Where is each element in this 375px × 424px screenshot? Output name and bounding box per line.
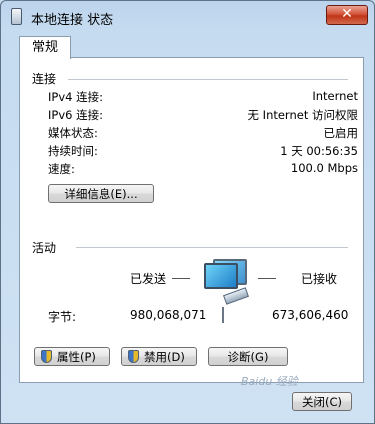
speed-label: 速度: (48, 162, 75, 176)
ipv4-row: IPv4 连接: Internet (48, 89, 358, 106)
disable-button[interactable]: 禁用(D) (121, 347, 197, 366)
received-dash (258, 278, 276, 279)
network-icon (204, 263, 238, 289)
window-title: 本地连接 状态 (31, 13, 114, 28)
properties-button[interactable]: 属性(P) (34, 347, 110, 366)
media-state-value: 已启用 (323, 126, 359, 140)
ipv4-label: IPv4 连接: (48, 90, 103, 104)
properties-button-label: 属性(P) (57, 350, 96, 364)
tab-panel: 连接 IPv4 连接: Internet IPv6 连接: 无 Internet… (19, 57, 364, 383)
details-button[interactable]: 详细信息(E)... (48, 184, 154, 203)
ipv6-value: 无 Internet 访问权限 (247, 108, 358, 122)
network-cable-line (222, 307, 224, 323)
close-button[interactable]: 关闭(C) (292, 392, 352, 411)
ipv4-value: Internet (312, 89, 358, 103)
bytes-received-value: 673,606,460 (272, 308, 349, 322)
shield-icon (41, 350, 52, 363)
duration-value: 1 天 00:56:35 (280, 144, 358, 158)
bytes-sent-value: 980,068,071 (130, 308, 207, 322)
title-bar[interactable]: 本地连接 状态 ✕ (1, 1, 374, 31)
activity-divider (76, 247, 348, 248)
ipv6-label: IPv6 连接: (48, 108, 103, 122)
bytes-label: 字节: (48, 310, 77, 324)
activity-section-label: 活动 (32, 241, 57, 255)
status-window: 本地连接 状态 ✕ 常规 连接 IPv4 连接: Internet IPv6 连… (0, 0, 375, 424)
tab-general[interactable]: 常规 (19, 36, 71, 59)
duration-row: 持续时间: 1 天 00:56:35 (48, 143, 358, 160)
media-state-label: 媒体状态: (48, 126, 98, 140)
close-window-button[interactable]: ✕ (326, 5, 368, 25)
speed-row: 速度: 100.0 Mbps (48, 161, 358, 178)
connection-divider (68, 79, 348, 80)
sent-label: 已发送 (130, 272, 167, 286)
speed-value: 100.0 Mbps (290, 161, 358, 175)
window-icon (11, 8, 22, 25)
sent-dash (172, 278, 190, 279)
received-label: 已接收 (301, 272, 338, 286)
diagnose-button[interactable]: 诊断(G) (208, 347, 288, 366)
ipv6-row: IPv6 连接: 无 Internet 访问权限 (48, 107, 358, 124)
connection-section-label: 连接 (32, 72, 57, 86)
watermark: Baidu 经验 (241, 375, 298, 388)
duration-label: 持续时间: (48, 144, 98, 158)
shield-icon (128, 350, 139, 363)
disable-button-label: 禁用(D) (144, 350, 185, 364)
media-state-row: 媒体状态: 已启用 (48, 125, 358, 142)
